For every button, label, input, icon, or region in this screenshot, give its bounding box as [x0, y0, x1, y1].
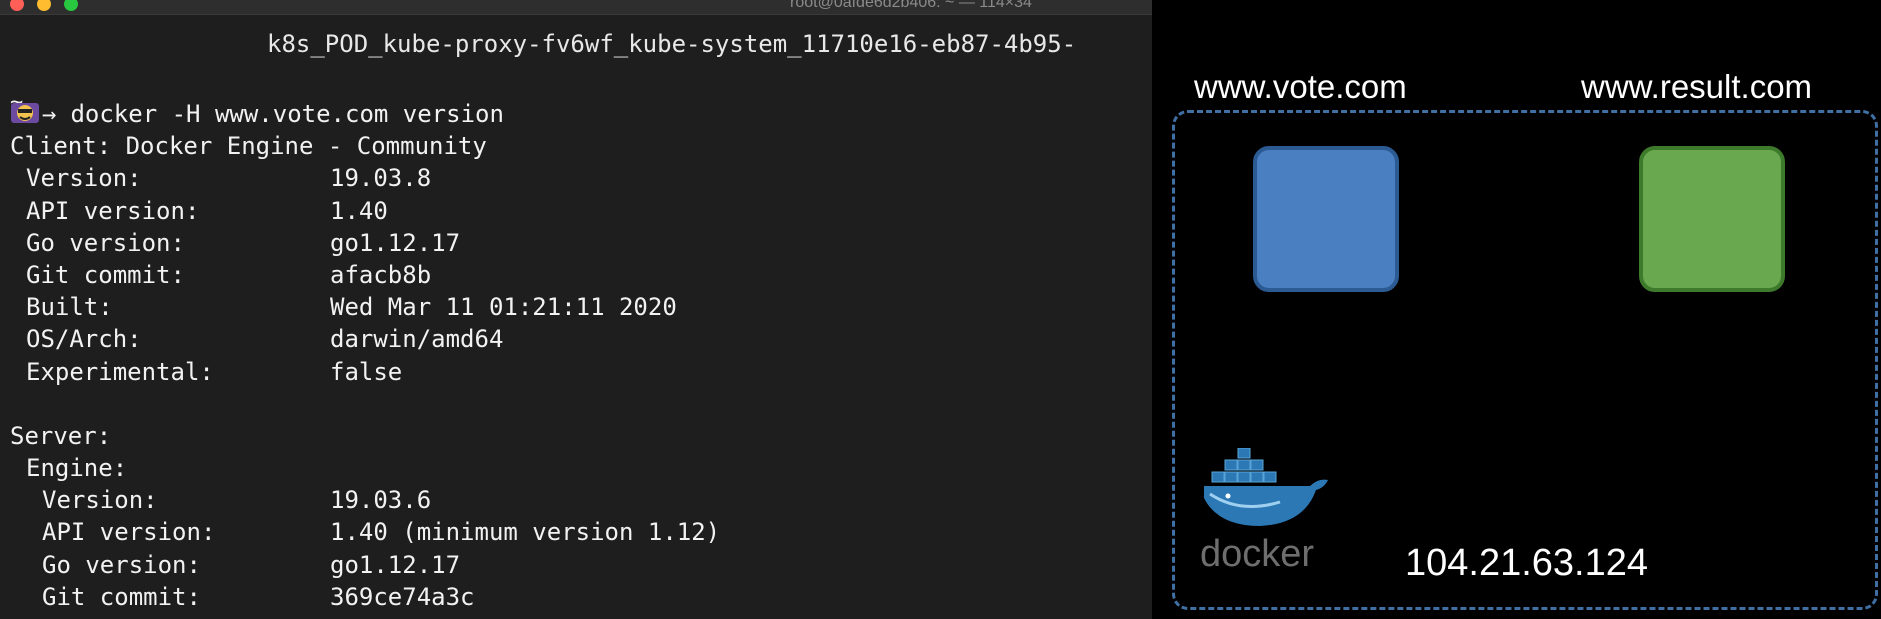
window-title: root@0afde6d2b406: ~ — 114×34 — [790, 0, 1032, 11]
terminal-output[interactable]: → docker -H www.vote.com version Client: … — [10, 98, 721, 613]
command-text: docker -H www.vote.com version — [70, 100, 504, 128]
minimize-window-button[interactable] — [37, 0, 51, 11]
output-line: Version: 19.03.8 — [26, 164, 432, 193]
output-line: API version: 1.40 — [26, 196, 388, 225]
docker-host-diagram: www.vote.com www.result.com docker 104.2… — [1152, 0, 1881, 619]
output-line: API version: 1.40 (minimum version 1.12) — [42, 518, 721, 547]
output-line: Version: 19.03.6 — [42, 486, 432, 515]
output-line: OS/Arch: darwin/amd64 — [26, 325, 504, 354]
vote-domain-label: www.vote.com — [1194, 68, 1407, 105]
output-line: Git commit: 369ce74a3c — [42, 582, 475, 611]
output-line: Built: Wed Mar 11 01:21:11 2020 — [26, 293, 677, 322]
svg-text:docker: docker — [1200, 533, 1314, 570]
docker-logo-icon: docker — [1200, 448, 1328, 570]
host-ip-address: 104.21.63.124 — [1405, 542, 1649, 584]
zoom-window-button[interactable] — [64, 0, 78, 11]
output-line: Go version: go1.12.17 — [26, 228, 461, 257]
command-line: → docker -H www.vote.com version — [10, 98, 504, 130]
terminal-window[interactable]: root@0afde6d2b406: ~ — 114×34 k8s_POD_ku… — [0, 0, 1152, 619]
terminal-titlebar: root@0afde6d2b406: ~ — 114×34 — [0, 0, 1152, 15]
close-window-button[interactable] — [10, 0, 24, 11]
result-domain-label: www.result.com — [1581, 68, 1813, 105]
output-line: Server: — [10, 421, 112, 450]
output-line: Git commit: afacb8b — [26, 260, 432, 289]
output-line-blank — [10, 388, 504, 420]
output-line: Experimental: false — [26, 357, 403, 386]
prompt-arrow: → — [42, 100, 57, 128]
terminal-tab-title: k8s_POD_kube-proxy-fv6wf_kube-system_117… — [267, 30, 1077, 58]
output-line: Client: Docker Engine - Community — [10, 132, 487, 161]
result-container — [1639, 146, 1785, 292]
prompt-face-icon — [11, 103, 39, 123]
output-line: Go version: go1.12.17 — [42, 550, 461, 579]
output-line: Engine: — [26, 454, 128, 483]
vote-container — [1253, 146, 1399, 292]
